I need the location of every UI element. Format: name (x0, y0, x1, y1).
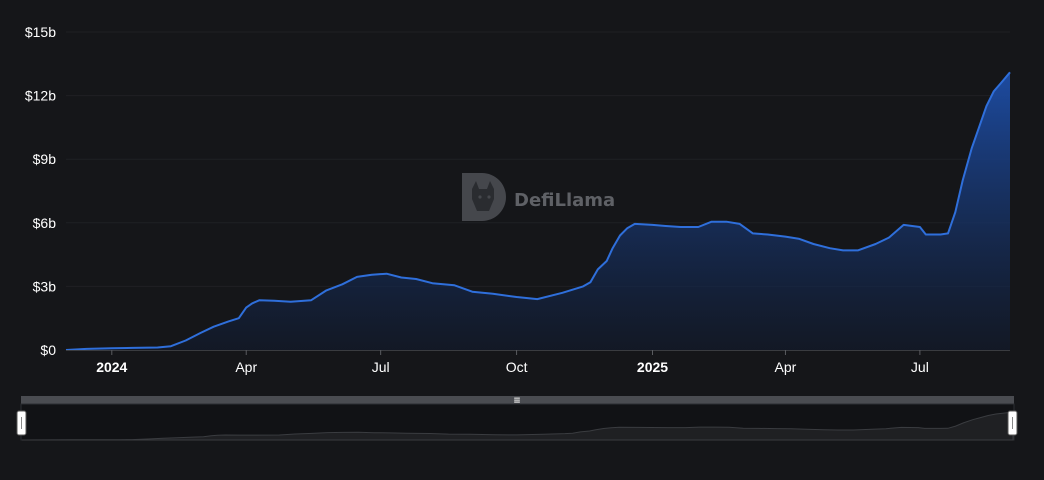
tvl-chart: $0 $3b $6b $9b $12b $15b DefiLlama 2024 Apr Jul… (16, 24, 1018, 441)
x-tick-label: Apr (775, 359, 797, 375)
x-tick-label: Apr (235, 359, 257, 375)
x-axis: 2024 Apr Jul Oct 2025 Apr Jul (96, 350, 929, 375)
y-tick-label: $9b (33, 151, 57, 167)
range-handle-right[interactable] (1007, 410, 1018, 436)
y-tick-label: $6b (33, 215, 57, 231)
x-tick-label: Oct (506, 359, 528, 375)
y-axis: $0 $3b $6b $9b $12b $15b (25, 24, 56, 358)
y-tick-label: $12b (25, 88, 56, 104)
defillama-watermark: DefiLlama (462, 173, 615, 221)
x-tick-label: 2024 (96, 359, 127, 375)
x-tick-label: 2025 (637, 359, 668, 375)
range-selector[interactable]: ≡ (16, 396, 1018, 441)
y-tick-label: $3b (33, 278, 57, 294)
range-handle-left[interactable] (16, 410, 27, 436)
watermark-text: DefiLlama (514, 190, 615, 211)
x-tick-label: Jul (372, 359, 390, 375)
chart-container: $0 $3b $6b $9b $12b $15b DefiLlama 2024 Apr Jul… (0, 0, 1044, 480)
x-tick-label: Jul (911, 359, 929, 375)
tvl-area (66, 72, 1010, 351)
series-layer (65, 71, 1011, 351)
y-tick-label: $0 (40, 342, 56, 358)
y-tick-label: $15b (25, 24, 56, 40)
